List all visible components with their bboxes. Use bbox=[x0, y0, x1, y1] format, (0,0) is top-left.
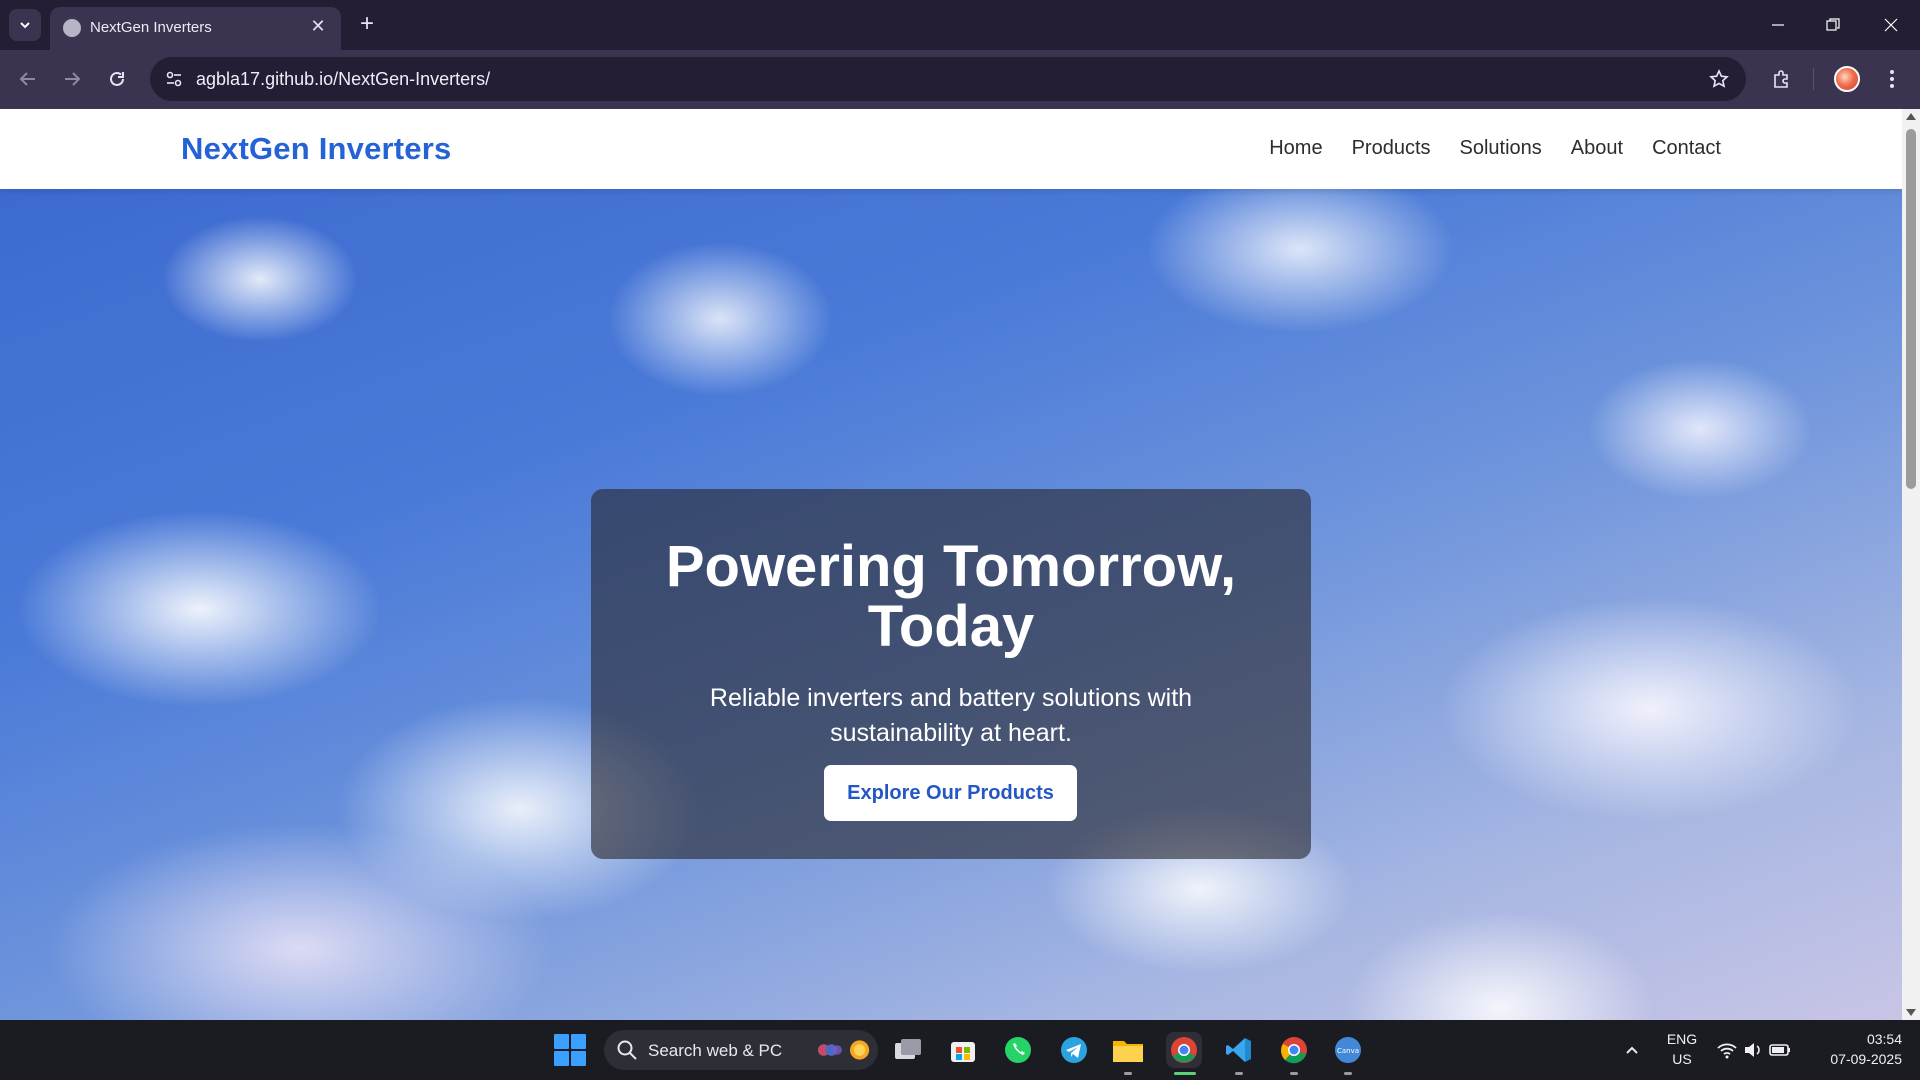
system-tray-status[interactable] bbox=[1709, 1032, 1799, 1068]
windows-start-icon[interactable] bbox=[554, 1034, 586, 1066]
tune-icon bbox=[166, 71, 182, 87]
vscode-running-indicator bbox=[1235, 1072, 1243, 1075]
nav-products[interactable]: Products bbox=[1352, 137, 1431, 160]
clock-time[interactable]: 03:54 bbox=[1810, 1031, 1902, 1047]
language-indicator[interactable]: ENG bbox=[1664, 1031, 1700, 1047]
chevron-down-icon bbox=[20, 22, 30, 29]
bookmark-star-icon[interactable] bbox=[1706, 66, 1732, 92]
page-viewport: NextGen Inverters Home Products Solution… bbox=[0, 109, 1920, 1020]
nav-about[interactable]: About bbox=[1571, 137, 1623, 160]
nav-solutions[interactable]: Solutions bbox=[1460, 137, 1542, 160]
close-tab-icon[interactable]: ✕ bbox=[307, 15, 329, 37]
globe-icon bbox=[63, 19, 81, 37]
scroll-up-arrow-icon[interactable] bbox=[1906, 113, 1916, 120]
browser-tab-active[interactable]: NextGen Inverters ✕ bbox=[50, 7, 341, 50]
canva-icon[interactable]: Canva bbox=[1330, 1032, 1366, 1068]
search-highlight-icon bbox=[816, 1038, 870, 1062]
url-text[interactable]: agbla17.github.io/NextGen-Inverters/ bbox=[196, 69, 490, 90]
whatsapp-icon[interactable] bbox=[1000, 1032, 1036, 1068]
hero-subtitle: Reliable inverters and battery solutions… bbox=[709, 684, 1193, 747]
tab-title: NextGen Inverters bbox=[90, 19, 212, 36]
reload-icon bbox=[110, 71, 124, 86]
close-window-button[interactable] bbox=[1871, 10, 1911, 40]
vscode-icon[interactable] bbox=[1221, 1032, 1257, 1068]
telegram-icon[interactable] bbox=[1056, 1032, 1092, 1068]
close-icon bbox=[1884, 18, 1898, 32]
hero-card: Powering Tomorrow, Today Reliable invert… bbox=[591, 489, 1311, 859]
nav-home[interactable]: Home bbox=[1269, 137, 1322, 160]
toolbar-separator bbox=[1813, 68, 1814, 90]
minimize-button[interactable] bbox=[1758, 10, 1798, 40]
task-view-icon[interactable] bbox=[890, 1032, 926, 1068]
arrow-left-icon bbox=[19, 72, 35, 86]
restore-button[interactable] bbox=[1813, 10, 1853, 40]
arrow-right-icon bbox=[65, 72, 81, 86]
taskbar-search-placeholder: Search web & PC bbox=[648, 1041, 783, 1060]
main-nav: Home Products Solutions About Contact bbox=[1269, 137, 1721, 160]
taskbar-search[interactable]: Search web & PC bbox=[604, 1030, 878, 1070]
volume-icon bbox=[1745, 1043, 1760, 1057]
hero-section: Powering Tomorrow, Today Reliable invert… bbox=[0, 189, 1902, 1020]
microsoft-store-icon[interactable] bbox=[945, 1032, 981, 1068]
scroll-down-arrow-icon[interactable] bbox=[1906, 1009, 1916, 1016]
chrome-running-indicator bbox=[1290, 1072, 1298, 1075]
browser-toolbar: agbla17.github.io/NextGen-Inverters/ bbox=[0, 50, 1920, 109]
chrome-icon[interactable] bbox=[1276, 1032, 1312, 1068]
extensions-button[interactable] bbox=[1766, 63, 1798, 95]
profile-avatar[interactable] bbox=[1834, 66, 1860, 92]
file-explorer-running-indicator bbox=[1124, 1072, 1132, 1075]
minimize-icon bbox=[1772, 24, 1784, 26]
search-icon bbox=[617, 1040, 637, 1060]
explore-products-button[interactable]: Explore Our Products bbox=[824, 765, 1077, 821]
address-bar[interactable]: agbla17.github.io/NextGen-Inverters/ bbox=[150, 57, 1746, 101]
back-button[interactable] bbox=[12, 63, 44, 95]
puzzle-icon bbox=[1774, 70, 1788, 88]
forward-button[interactable] bbox=[56, 63, 88, 95]
site-logo[interactable]: NextGen Inverters bbox=[181, 131, 451, 167]
restore-icon bbox=[1826, 18, 1840, 31]
windows-taskbar: Search web & PC Canva ENG US 03:54 07-09… bbox=[0, 1020, 1920, 1080]
site-info-button[interactable] bbox=[160, 65, 188, 93]
page-scrollbar[interactable] bbox=[1902, 109, 1920, 1020]
tab-search-button[interactable] bbox=[9, 9, 41, 41]
hero-title: Powering Tomorrow, Today bbox=[665, 534, 1237, 659]
canva-running-indicator bbox=[1344, 1072, 1352, 1075]
browser-menu-button[interactable] bbox=[1880, 63, 1904, 95]
region-indicator[interactable]: US bbox=[1664, 1051, 1700, 1067]
wifi-icon bbox=[1717, 1043, 1737, 1059]
chrome-active-icon[interactable] bbox=[1166, 1032, 1202, 1068]
svg-text:Canva: Canva bbox=[1337, 1047, 1359, 1055]
clock-date[interactable]: 07-09-2025 bbox=[1810, 1051, 1902, 1067]
chrome-active-indicator bbox=[1174, 1072, 1196, 1075]
nav-contact[interactable]: Contact bbox=[1652, 137, 1721, 160]
scroll-thumb[interactable] bbox=[1906, 129, 1916, 489]
reload-button[interactable] bbox=[101, 63, 133, 95]
browser-tab-strip: NextGen Inverters ✕ + bbox=[0, 0, 1920, 50]
more-vertical-icon bbox=[1890, 70, 1894, 88]
battery-icon bbox=[1769, 1044, 1790, 1056]
new-tab-button[interactable]: + bbox=[353, 10, 381, 38]
site-header: NextGen Inverters Home Products Solution… bbox=[0, 109, 1902, 189]
file-explorer-icon[interactable] bbox=[1110, 1032, 1146, 1068]
chevron-up-icon[interactable] bbox=[1614, 1032, 1650, 1068]
